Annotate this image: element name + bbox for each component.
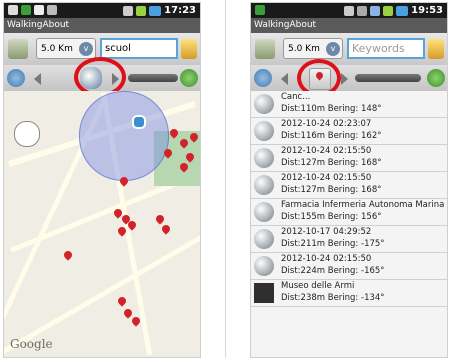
list-item[interactable]: 2012-10-17 04:29:52 Dist:211m Bering: -1… bbox=[251, 226, 447, 253]
status-time: 19:53 bbox=[411, 5, 443, 16]
app-title: WalkingAbout bbox=[4, 18, 200, 33]
location-icon[interactable] bbox=[254, 69, 272, 87]
item-distance: Dist:224m Bering: -165° bbox=[281, 266, 385, 276]
globe-icon bbox=[254, 202, 274, 222]
list-item[interactable]: Museo delle Armi Dist:238m Bering: -134° bbox=[251, 280, 447, 307]
distance-value: 5.0 Km bbox=[41, 44, 73, 54]
globe-icon bbox=[254, 256, 274, 276]
refresh-icon[interactable] bbox=[427, 69, 445, 87]
list-item[interactable]: 2012-10-24 02:15:50 Dist:127m Bering: 16… bbox=[251, 172, 447, 199]
sync-icon bbox=[357, 5, 368, 16]
item-title: 2012-10-24 02:15:50 bbox=[281, 146, 372, 156]
map-view[interactable]: Google bbox=[4, 91, 200, 357]
battery-icon bbox=[149, 5, 162, 16]
compass-icon[interactable] bbox=[8, 39, 28, 59]
slider[interactable] bbox=[128, 74, 178, 82]
item-distance: Dist:127m Bering: 168° bbox=[281, 185, 382, 195]
item-title: 2012-10-17 04:29:52 bbox=[281, 227, 372, 237]
toolbar-bottom bbox=[251, 65, 447, 91]
lock-icon bbox=[8, 5, 18, 15]
item-title: 2012-10-24 02:23:07 bbox=[281, 119, 372, 129]
distance-select[interactable]: 5.0 Km v bbox=[283, 38, 343, 59]
item-distance: Dist:127m Bering: 168° bbox=[281, 158, 382, 168]
chevron-down-icon: v bbox=[326, 42, 340, 56]
sync-icon bbox=[123, 5, 134, 16]
compass-rose-icon bbox=[14, 121, 40, 147]
app-notification-icon bbox=[255, 5, 265, 15]
battery-icon bbox=[396, 5, 409, 16]
status-time: 17:23 bbox=[164, 5, 196, 16]
mail-icon bbox=[34, 5, 44, 15]
gps-icon bbox=[344, 5, 355, 16]
search-button-icon[interactable] bbox=[428, 39, 444, 59]
item-title: 2012-10-24 02:15:50 bbox=[281, 173, 372, 183]
compass-icon[interactable] bbox=[255, 39, 275, 59]
refresh-icon[interactable] bbox=[180, 69, 198, 87]
item-distance: Dist:116m Bering: 162° bbox=[281, 131, 382, 141]
search-input[interactable]: Keywords bbox=[347, 38, 425, 59]
item-title: Canc... bbox=[281, 92, 311, 102]
search-input[interactable]: scuol bbox=[100, 38, 178, 59]
globe-icon bbox=[254, 94, 274, 114]
list-item[interactable]: 2012-10-24 02:15:50 Dist:224m Bering: -1… bbox=[251, 253, 447, 280]
map-attribution: Google bbox=[10, 337, 53, 351]
list-item[interactable]: Canc... Dist:110m Bering: 148° bbox=[251, 91, 447, 118]
search-button-icon[interactable] bbox=[181, 39, 197, 59]
map-pin[interactable] bbox=[160, 223, 172, 235]
slider[interactable] bbox=[355, 74, 421, 82]
globe-icon bbox=[254, 148, 274, 168]
globe-icon bbox=[254, 229, 274, 249]
map-pin[interactable] bbox=[62, 249, 74, 261]
chevron-down-icon: v bbox=[79, 42, 93, 56]
results-list[interactable]: Canc... Dist:110m Bering: 148° 2012-10-2… bbox=[251, 91, 447, 357]
list-item[interactable]: 2012-10-24 02:23:07 Dist:116m Bering: 16… bbox=[251, 118, 447, 145]
map-pin[interactable] bbox=[122, 307, 134, 319]
next-arrow-icon[interactable] bbox=[341, 73, 348, 85]
distance-value: 5.0 Km bbox=[288, 44, 320, 54]
prev-arrow-icon[interactable] bbox=[281, 73, 288, 85]
photo-notification-icon bbox=[47, 5, 57, 15]
list-item[interactable]: 2012-10-24 02:15:50 Dist:127m Bering: 16… bbox=[251, 145, 447, 172]
status-bar: 19:53 bbox=[251, 3, 447, 18]
signal-icon bbox=[383, 5, 394, 16]
app-title: WalkingAbout bbox=[251, 18, 447, 33]
item-title: Museo delle Armi bbox=[281, 281, 355, 291]
map-pin[interactable] bbox=[154, 213, 166, 225]
item-title: Farmacia Infermeria Autonoma Marina ... bbox=[281, 200, 447, 210]
map-pin[interactable] bbox=[116, 295, 128, 307]
item-distance: Dist:211m Bering: -175° bbox=[281, 239, 385, 249]
signal-icon bbox=[136, 5, 147, 16]
globe-icon bbox=[254, 175, 274, 195]
item-title: 2012-10-24 02:15:50 bbox=[281, 254, 372, 264]
app-notification-icon bbox=[21, 5, 31, 15]
status-bar: 17:23 bbox=[4, 3, 200, 18]
item-distance: Dist:155m Bering: 156° bbox=[281, 212, 382, 222]
photo-icon bbox=[254, 283, 274, 303]
bluetooth-icon bbox=[370, 5, 381, 16]
prev-arrow-icon[interactable] bbox=[34, 73, 41, 85]
current-location-marker bbox=[132, 115, 146, 129]
list-item[interactable]: Farmacia Infermeria Autonoma Marina ... … bbox=[251, 199, 447, 226]
phone-screenshot-map: 17:23 WalkingAbout 5.0 Km v scuol Google bbox=[3, 2, 201, 358]
map-pin[interactable] bbox=[198, 299, 200, 311]
item-distance: Dist:238m Bering: -134° bbox=[281, 293, 385, 303]
distance-select[interactable]: 5.0 Km v bbox=[36, 38, 96, 59]
toolbar-top: 5.0 Km v Keywords bbox=[251, 33, 447, 65]
location-icon[interactable] bbox=[7, 69, 25, 87]
globe-icon bbox=[254, 121, 274, 141]
phone-screenshot-list: 19:53 WalkingAbout 5.0 Km v Keywords Can… bbox=[250, 2, 448, 358]
search-radius-circle bbox=[79, 91, 169, 181]
divider bbox=[225, 0, 226, 358]
item-distance: Dist:110m Bering: 148° bbox=[281, 104, 382, 114]
